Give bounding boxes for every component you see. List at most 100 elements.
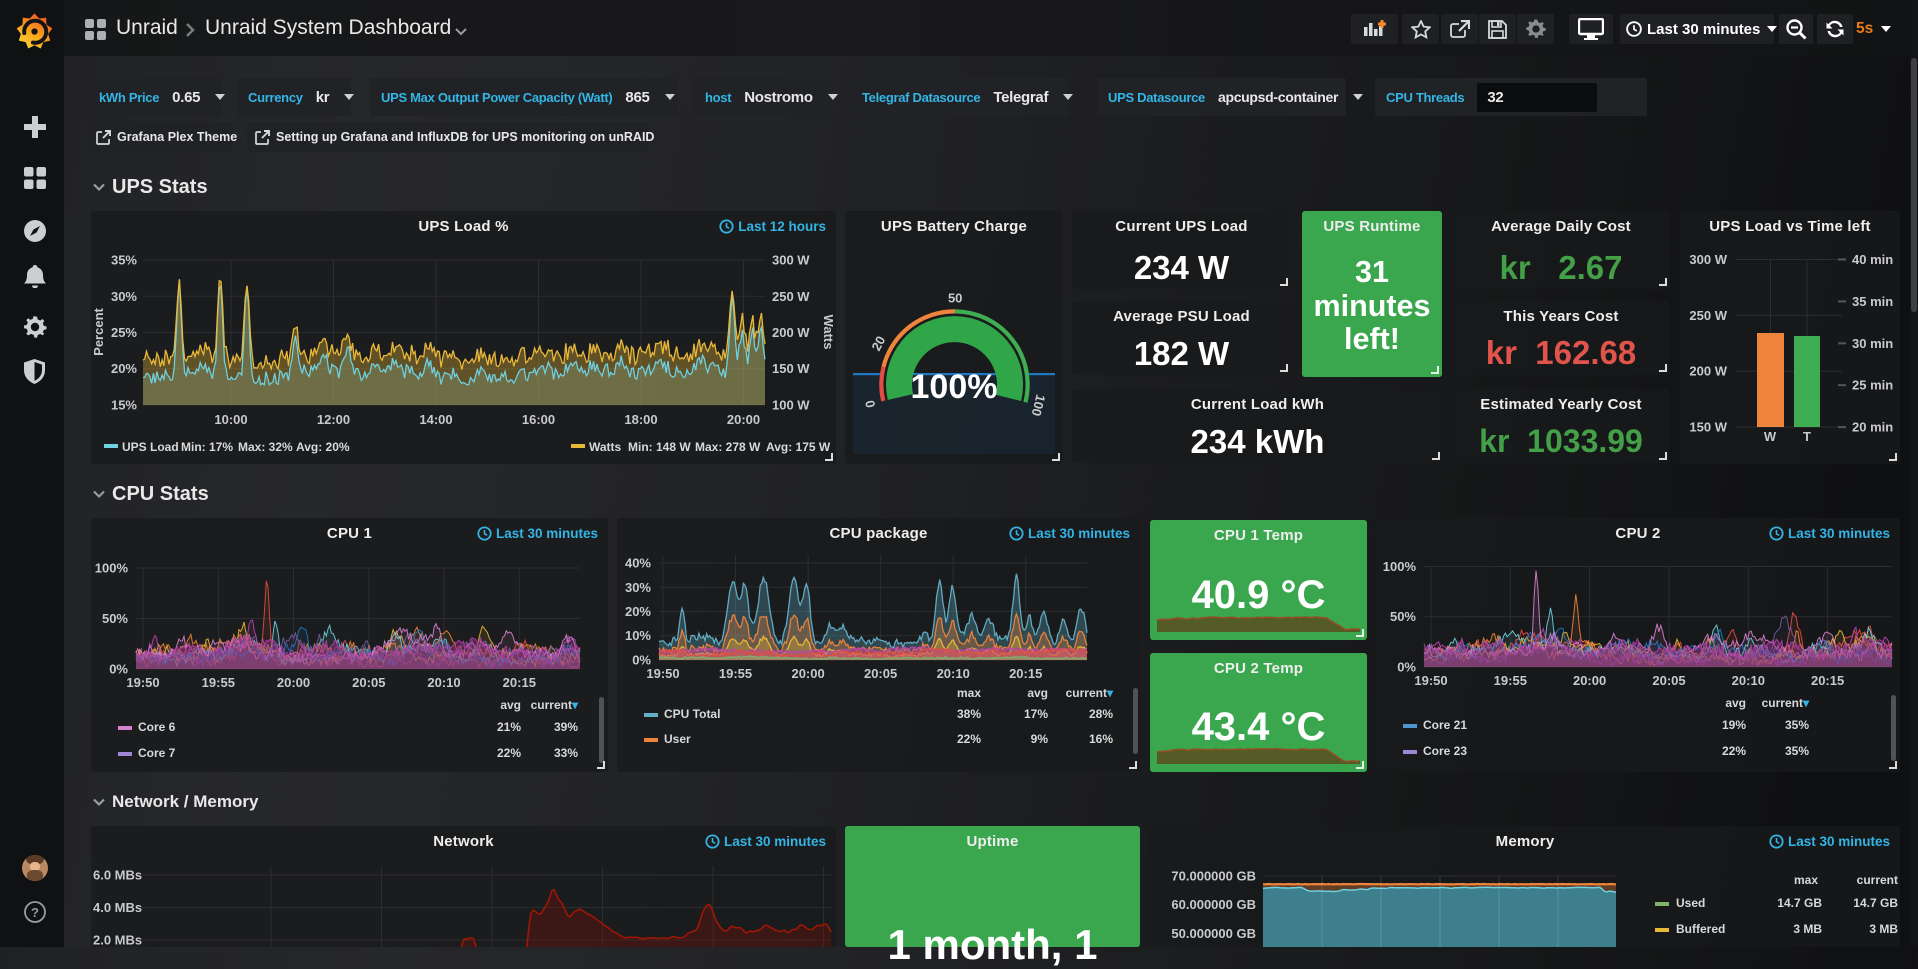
svg-text:20:05: 20:05 (864, 666, 897, 681)
svg-text:Core 7: Core 7 (138, 746, 176, 760)
svg-text:Avg: 175 W: Avg: 175 W (766, 440, 831, 454)
svg-text:20%: 20% (111, 361, 137, 376)
svg-text:16:00: 16:00 (522, 412, 555, 427)
svg-text:User: User (664, 732, 691, 746)
svg-text:20:10: 20:10 (427, 675, 460, 690)
svg-text:3 MB: 3 MB (1869, 922, 1898, 936)
svg-text:19:50: 19:50 (1414, 673, 1447, 688)
svg-text:4.0 MBs: 4.0 MBs (93, 900, 142, 915)
svg-text:100%: 100% (95, 561, 129, 576)
svg-text:250 W: 250 W (772, 289, 810, 304)
svg-text:20:10: 20:10 (1732, 673, 1765, 688)
svg-text:W: W (1764, 429, 1777, 444)
svg-text:35%: 35% (1785, 718, 1809, 732)
svg-text:19:55: 19:55 (719, 666, 752, 681)
svg-text:300 W: 300 W (772, 253, 810, 268)
svg-text:22%: 22% (497, 746, 521, 760)
svg-text:25%: 25% (111, 325, 137, 340)
svg-text:Used: Used (1676, 896, 1705, 910)
svg-text:Core 21: Core 21 (1423, 718, 1467, 732)
svg-text:20:00: 20:00 (791, 666, 824, 681)
svg-text:current▾: current▾ (1066, 686, 1114, 700)
svg-text:38%: 38% (957, 707, 981, 721)
svg-text:70.000000 GB: 70.000000 GB (1171, 869, 1256, 884)
svg-text:UPS Load: UPS Load (122, 440, 179, 454)
svg-text:19:55: 19:55 (1494, 673, 1527, 688)
svg-text:9%: 9% (1031, 732, 1049, 746)
svg-text:Min: 17%: Min: 17% (181, 440, 233, 454)
svg-text:250 W: 250 W (1689, 308, 1727, 323)
svg-text:20:15: 20:15 (1811, 673, 1844, 688)
svg-text:avg: avg (500, 698, 521, 712)
svg-text:50%: 50% (1390, 609, 1416, 624)
svg-text:6.0 MBs: 6.0 MBs (93, 868, 142, 883)
svg-text:?: ? (31, 905, 39, 920)
svg-text:20:15: 20:15 (503, 675, 536, 690)
svg-text:14.7 GB: 14.7 GB (1853, 896, 1898, 910)
svg-text:20:05: 20:05 (1652, 673, 1685, 688)
svg-text:2.0 MBs: 2.0 MBs (93, 933, 142, 948)
svg-text:max: max (1794, 873, 1818, 887)
svg-text:300 W: 300 W (1689, 252, 1727, 267)
svg-text:Avg: 20%: Avg: 20% (296, 440, 350, 454)
svg-text:50: 50 (948, 291, 962, 306)
svg-text:100%: 100% (1383, 559, 1417, 574)
svg-text:150 W: 150 W (772, 361, 810, 376)
svg-text:20 min: 20 min (1852, 420, 1893, 435)
svg-text:35 min: 35 min (1852, 294, 1893, 309)
svg-text:100 W: 100 W (772, 398, 810, 413)
svg-text:20%: 20% (625, 604, 651, 619)
svg-text:Core 6: Core 6 (138, 720, 176, 734)
svg-text:T: T (1803, 429, 1811, 444)
svg-text:19:50: 19:50 (126, 675, 159, 690)
svg-text:18:00: 18:00 (624, 412, 657, 427)
svg-text:22%: 22% (957, 732, 981, 746)
svg-text:Max: 278 W: Max: 278 W (695, 440, 761, 454)
svg-text:10:00: 10:00 (214, 412, 247, 427)
svg-text:Percent: Percent (91, 307, 106, 355)
svg-text:19%: 19% (1722, 718, 1746, 732)
svg-text:25 min: 25 min (1852, 378, 1893, 393)
svg-text:avg: avg (1725, 696, 1746, 710)
svg-text:Watts: Watts (821, 315, 836, 350)
svg-text:16%: 16% (1089, 732, 1113, 746)
svg-text:50.000000 GB: 50.000000 GB (1171, 926, 1256, 941)
svg-text:35%: 35% (1785, 744, 1809, 758)
svg-text:20:05: 20:05 (352, 675, 385, 690)
svg-text:150 W: 150 W (1689, 420, 1727, 435)
svg-text:40%: 40% (625, 556, 651, 571)
svg-text:14:00: 14:00 (419, 412, 452, 427)
svg-text:avg: avg (1027, 686, 1048, 700)
svg-text:20:00: 20:00 (727, 412, 760, 427)
svg-text:15%: 15% (111, 398, 137, 413)
svg-text:3 MB: 3 MB (1793, 922, 1822, 936)
svg-text:21%: 21% (497, 720, 521, 734)
svg-text:200 W: 200 W (772, 325, 810, 340)
svg-text:60.000000 GB: 60.000000 GB (1171, 897, 1256, 912)
svg-text:30%: 30% (625, 580, 651, 595)
svg-text:40 min: 40 min (1852, 252, 1893, 267)
svg-text:Watts: Watts (589, 440, 622, 454)
svg-text:30%: 30% (111, 289, 137, 304)
svg-text:28%: 28% (1089, 707, 1113, 721)
svg-text:Max: 32%: Max: 32% (238, 440, 293, 454)
svg-text:Core 23: Core 23 (1423, 744, 1467, 758)
svg-text:10%: 10% (625, 628, 651, 643)
svg-text:22%: 22% (1722, 744, 1746, 758)
svg-text:current▾: current▾ (1762, 696, 1810, 710)
svg-text:20:00: 20:00 (277, 675, 310, 690)
svg-text:50%: 50% (102, 611, 128, 626)
svg-text:17%: 17% (1024, 707, 1048, 721)
svg-text:20:10: 20:10 (937, 666, 970, 681)
svg-text:20: 20 (868, 333, 888, 353)
svg-text:CPU Total: CPU Total (664, 707, 720, 721)
svg-text:30 min: 30 min (1852, 336, 1893, 351)
svg-text:20:15: 20:15 (1009, 666, 1042, 681)
svg-text:14.7 GB: 14.7 GB (1777, 896, 1822, 910)
svg-text:max: max (957, 686, 981, 700)
svg-text:200 W: 200 W (1689, 364, 1727, 379)
svg-text:35%: 35% (111, 253, 137, 268)
svg-text:Min: 148 W: Min: 148 W (628, 440, 691, 454)
svg-text:12:00: 12:00 (317, 412, 350, 427)
svg-text:19:50: 19:50 (646, 666, 679, 681)
